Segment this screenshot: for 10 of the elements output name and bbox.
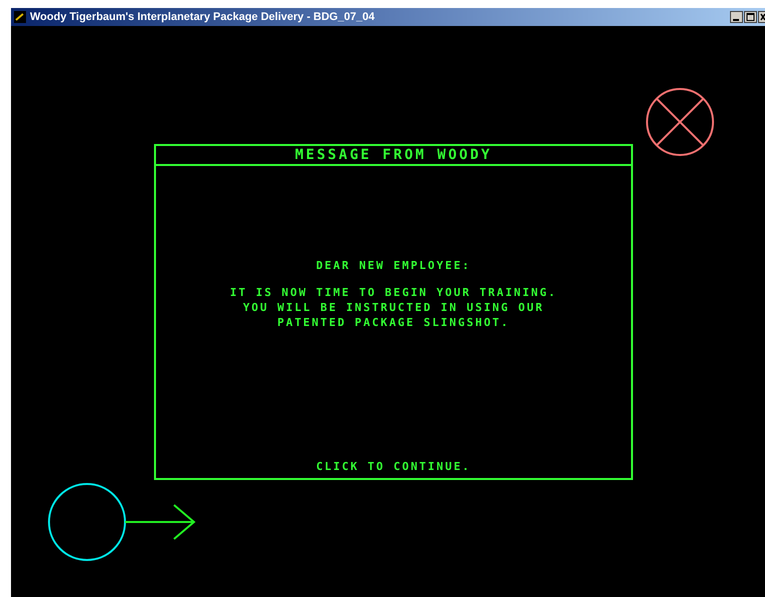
- app-icon: [14, 11, 26, 23]
- window-title: Woody Tigerbaum's Interplanetary Package Delivery - BDG_07_04: [30, 10, 375, 25]
- greeting-text: DEAR NEW EMPLOYEE:: [316, 258, 471, 274]
- close-icon[interactable]: [758, 11, 765, 23]
- close-icon[interactable]: [645, 87, 715, 157]
- maximize-icon[interactable]: [744, 11, 757, 23]
- continue-link[interactable]: CLICK TO CONTINUE.: [316, 458, 471, 475]
- minimize-icon[interactable]: [730, 11, 743, 23]
- message-text: IT IS NOW TIME TO BEGIN YOUR TRAINING. YOU WILL BE INSTRUCTED IN USING OUR PATENTED PACKAGE SLINGSHOT.: [230, 284, 557, 330]
- dialog-title: MESSAGE FROM WOODY: [294, 148, 492, 162]
